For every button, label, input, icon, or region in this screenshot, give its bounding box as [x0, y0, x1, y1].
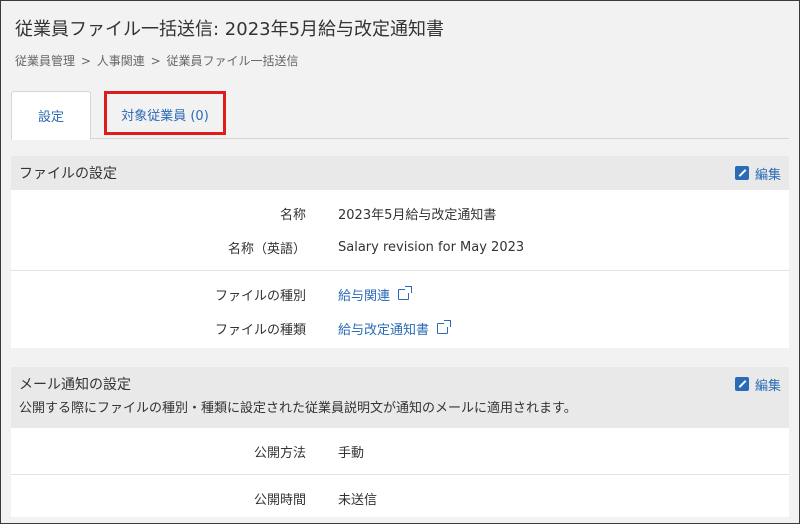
breadcrumb: 従業員管理 > 人事関連 > 従業員ファイル一括送信 — [15, 52, 300, 69]
app-window: 従業員ファイル一括送信: 2023年5月給与改定通知書 従業員管理 > 人事関連… — [0, 0, 800, 524]
external-link-icon — [398, 285, 413, 300]
row-value: 未送信 — [338, 492, 378, 508]
edit-label: 編集 — [754, 378, 781, 394]
breadcrumb-separator: > — [150, 54, 161, 68]
pencil-square-icon — [734, 166, 749, 180]
row-value: 手動 — [338, 445, 365, 461]
row-label: ファイルの種類 — [214, 322, 306, 338]
file-settings-edit-button[interactable]: 編集 — [734, 164, 781, 183]
file-settings-group-types: ファイルの種別 給与関連 ファイルの種類 給与改定通知書 — [11, 271, 789, 351]
breadcrumb-item-hr[interactable]: 人事関連 — [97, 54, 145, 68]
row-publish-method: 公開方法 手動 — [11, 434, 789, 468]
mail-settings-group-time: 公開時間 未送信 — [11, 475, 789, 521]
row-label: 公開時間 — [253, 492, 306, 508]
tab-target-employees[interactable]: 対象従業員 (0) — [105, 91, 225, 137]
mail-settings-heading: メール通知の設定 — [19, 377, 131, 393]
breadcrumb-separator: > — [80, 54, 91, 68]
pencil-square-icon — [734, 377, 749, 391]
file-settings-group-names: 名称 2023年5月給与改定通知書 名称（英語） Salary revision… — [11, 190, 789, 271]
file-category-link[interactable]: 給与関連 — [338, 285, 413, 304]
breadcrumb-item-bulk-send: 従業員ファイル一括送信 — [166, 54, 299, 68]
mail-settings-edit-button[interactable]: 編集 — [734, 375, 781, 394]
link-text: 給与関連 — [338, 288, 391, 304]
row-name-english: 名称（英語） Salary revision for May 2023 — [11, 230, 789, 264]
page-title: 従業員ファイル一括送信: 2023年5月給与改定通知書 — [15, 19, 445, 40]
row-label: 名称（英語） — [227, 241, 306, 257]
mail-settings-header: メール通知の設定 編集 — [11, 367, 789, 401]
tab-settings[interactable]: 設定 — [11, 91, 91, 140]
row-label: 公開方法 — [253, 445, 306, 461]
row-label: 名称 — [279, 207, 306, 223]
mail-settings-note: 公開する際にファイルの種別・種類に設定された従業員説明文が通知のメールに適用され… — [11, 397, 789, 428]
edit-label: 編集 — [754, 167, 781, 183]
file-type-link[interactable]: 給与改定通知書 — [338, 319, 452, 338]
row-value: 2023年5月給与改定通知書 — [338, 207, 497, 223]
row-label: ファイルの種別 — [214, 288, 306, 304]
mail-settings-section: メール通知の設定 編集 公開する際にファイルの種別・種類に設定された従業員説明文… — [11, 367, 789, 517]
row-file-category: ファイルの種別 給与関連 — [11, 277, 789, 311]
mail-settings-group-method: 公開方法 手動 — [11, 428, 789, 475]
link-text: 給与改定通知書 — [338, 322, 430, 338]
row-file-type: ファイルの種類 給与改定通知書 — [11, 311, 789, 345]
row-publish-time: 公開時間 未送信 — [11, 481, 789, 515]
external-link-icon — [437, 319, 452, 334]
file-settings-section: ファイルの設定 編集 名称 2023年5月給与改定通知書 名称（英語） Sala… — [11, 156, 789, 348]
file-settings-header: ファイルの設定 編集 — [11, 156, 789, 190]
row-value: Salary revision for May 2023 — [338, 239, 525, 255]
breadcrumb-item-employee-mgmt[interactable]: 従業員管理 — [15, 54, 75, 68]
tab-bar: 設定 対象従業員 (0) — [11, 91, 789, 140]
row-name: 名称 2023年5月給与改定通知書 — [11, 196, 789, 230]
file-settings-heading: ファイルの設定 — [19, 166, 117, 182]
